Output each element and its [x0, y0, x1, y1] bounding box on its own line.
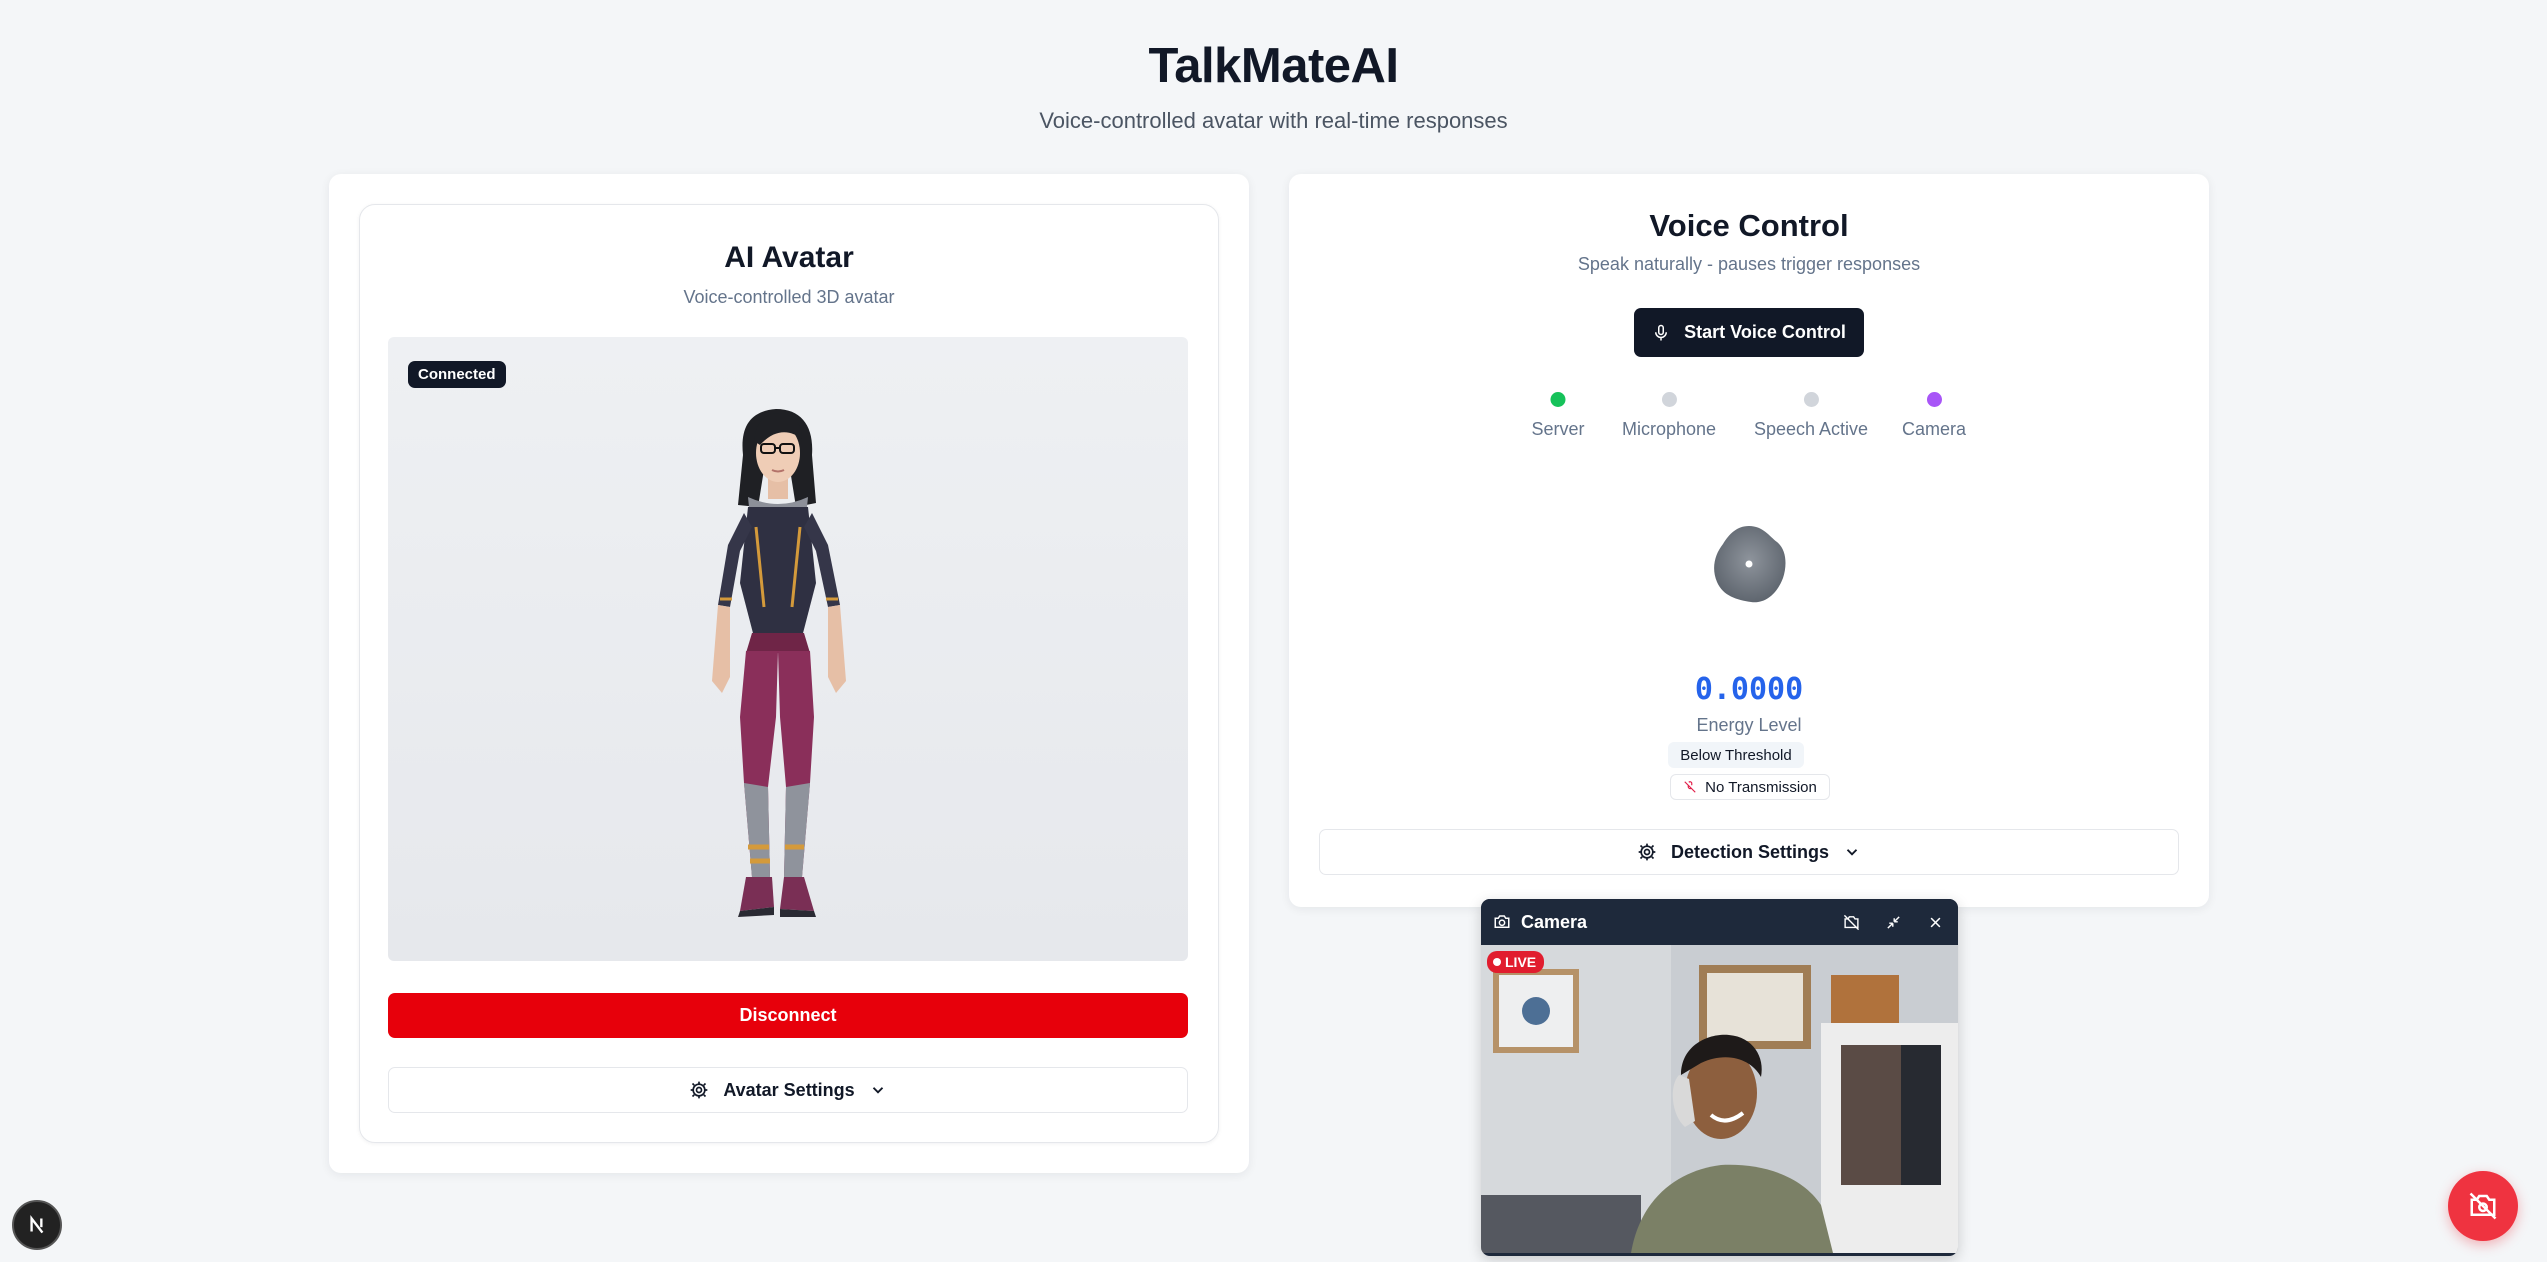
next-logo-icon[interactable] [12, 1200, 62, 1250]
mic-off-icon [1684, 781, 1696, 793]
camera-off-icon [2469, 1192, 2497, 1220]
threshold-status-badge: Below Threshold [1668, 742, 1804, 768]
audio-blob-visualizer [1714, 526, 1786, 603]
camera-widget-title: Camera [1521, 911, 1588, 932]
status-dot-microphone [1661, 392, 1677, 407]
minimize-icon[interactable] [1882, 911, 1904, 933]
status-label-microphone: Microphone [1621, 419, 1717, 439]
avatar-viewport[interactable]: Connected [388, 337, 1188, 961]
status-dot-server [1550, 392, 1566, 407]
gear-icon [690, 1081, 708, 1099]
status-server: Server [1531, 392, 1585, 440]
disconnect-button[interactable]: Disconnect [388, 993, 1188, 1038]
avatar-card: AI Avatar Voice-controlled 3D avatar Con… [359, 204, 1219, 1143]
mic-icon [1655, 324, 1668, 340]
live-badge: LIVE [1487, 951, 1545, 973]
avatar-settings-toggle[interactable]: Avatar Settings [388, 1067, 1188, 1113]
chevron-down-icon [872, 1087, 883, 1094]
app-title: TalkMateAI [1148, 39, 1399, 93]
camera-video-frame [1481, 945, 1958, 1253]
camera-widget-header[interactable]: Camera [1481, 899, 1958, 945]
energy-level-value: 0.0000 [1694, 672, 1804, 707]
status-label-camera: Camera [1901, 419, 1967, 439]
start-voice-control-label: Start Voice Control [1684, 322, 1846, 342]
status-label-speech-active: Speech Active [1753, 419, 1869, 439]
avatar-settings-label: Avatar Settings [723, 1079, 855, 1100]
threshold-status-label: Below Threshold [1680, 746, 1792, 764]
live-dot [1493, 958, 1501, 966]
voice-card-title: Voice Control [1649, 208, 1849, 243]
avatar-card-title: AI Avatar [724, 241, 854, 274]
energy-level-label: Energy Level [1696, 715, 1802, 735]
start-voice-control-button[interactable]: Start Voice Control [1634, 308, 1864, 357]
gear-icon [1638, 843, 1656, 861]
detection-settings-label: Detection Settings [1670, 841, 1830, 862]
page-header: TalkMateAI Voice-controlled avatar with … [0, 38, 2547, 134]
avatar-3d-model [712, 409, 846, 917]
camera-video-feed: LIVE [1481, 945, 1958, 1253]
camera-widget[interactable]: Camera LIVE [1481, 899, 1958, 1256]
camera-icon [1494, 915, 1510, 928]
transmission-status-badge: No Transmission [1670, 774, 1830, 800]
status-dot-camera [1926, 392, 1942, 407]
detection-settings-toggle[interactable]: Detection Settings [1319, 829, 2179, 875]
chevron-down-icon [1846, 849, 1858, 856]
voice-control-panel: Voice Control Speak naturally - pauses t… [1289, 174, 2209, 907]
close-icon[interactable] [1924, 911, 1946, 933]
live-label: LIVE [1505, 954, 1537, 970]
status-label-server: Server [1531, 419, 1585, 439]
camera-off-icon[interactable] [1840, 911, 1862, 933]
status-dot-speech-active [1803, 392, 1819, 407]
status-speech-active: Speech Active [1754, 392, 1868, 440]
avatar-card-subtitle: Voice-controlled 3D avatar [683, 287, 895, 307]
status-camera: Camera [1902, 392, 1966, 440]
avatar-panel: AI Avatar Voice-controlled 3D avatar Con… [329, 174, 1249, 1173]
status-microphone: Microphone [1622, 392, 1716, 440]
camera-toggle-button[interactable] [2448, 1171, 2518, 1241]
app-subtitle: Voice-controlled avatar with real-time r… [1039, 108, 1508, 133]
transmission-status-label: No Transmission [1705, 778, 1817, 796]
voice-card-subtitle: Speak naturally - pauses trigger respons… [1577, 254, 1921, 274]
